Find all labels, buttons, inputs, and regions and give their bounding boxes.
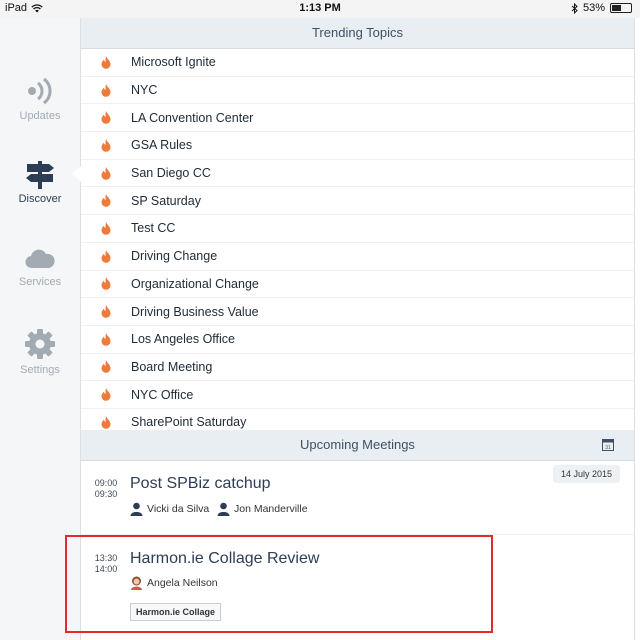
attendee[interactable]: Vicki da Silva xyxy=(130,502,209,516)
attendee[interactable]: Jon Manderville xyxy=(217,502,308,516)
status-bar: iPad 1:13 PM 53% xyxy=(0,0,640,18)
active-pointer xyxy=(72,166,81,182)
divider xyxy=(81,534,634,535)
meeting-start-time: 09:00 xyxy=(94,478,118,488)
topic-item[interactable]: Organizational Change xyxy=(81,271,634,299)
collage-tag[interactable]: Harmon.ie Collage xyxy=(130,603,222,621)
person-icon xyxy=(217,502,230,516)
svg-text:31: 31 xyxy=(605,445,611,451)
topic-item[interactable]: Los Angeles Office xyxy=(81,326,634,354)
topic-label: Board Meeting xyxy=(131,359,213,374)
avatar-icon xyxy=(131,576,142,590)
attendee[interactable]: Angela Neilson xyxy=(130,576,218,590)
meetings-date-badge: 14 July 2015 xyxy=(552,465,620,483)
topic-label: Test CC xyxy=(131,221,176,236)
flame-icon xyxy=(81,360,131,374)
topic-item[interactable]: Test CC xyxy=(81,215,634,243)
flame-icon xyxy=(81,166,131,180)
topic-item[interactable]: NYC Office xyxy=(81,381,634,409)
broadcast-icon xyxy=(28,77,52,105)
topic-label: San Diego CC xyxy=(131,166,211,181)
attendee-name: Angela Neilson xyxy=(147,577,218,589)
topic-label: Microsoft Ignite xyxy=(131,55,216,70)
flame-icon xyxy=(81,138,131,152)
sidebar-item-settings[interactable]: Settings xyxy=(0,328,80,376)
sidebar-item-discover[interactable]: Discover xyxy=(0,159,80,205)
topic-label: GSA Rules xyxy=(131,138,193,153)
sidebar-item-label: Settings xyxy=(20,364,60,376)
topic-item[interactable]: Microsoft Ignite xyxy=(81,49,634,77)
meeting-end-time: 14:00 xyxy=(94,564,118,574)
meeting-title[interactable]: Harmon.ie Collage Review xyxy=(130,550,319,568)
topic-label: Driving Change xyxy=(131,249,218,264)
flame-icon xyxy=(81,83,131,97)
topic-item[interactable]: Board Meeting xyxy=(81,354,634,382)
status-time: 1:13 PM xyxy=(299,2,341,14)
calendar-icon[interactable]: 31 xyxy=(602,438,614,451)
meeting-end-time: 09:30 xyxy=(94,489,118,499)
trending-header: Trending Topics xyxy=(81,18,634,49)
meeting-times: 13:30 14:00 xyxy=(91,553,121,575)
cloud-icon xyxy=(25,249,55,269)
sidebar-item-label: Discover xyxy=(18,193,62,205)
meeting-title[interactable]: Post SPBiz catchup xyxy=(130,475,271,493)
gear-icon xyxy=(25,329,55,359)
attendee-name: Jon Manderville xyxy=(234,503,308,515)
topic-item[interactable]: LA Convention Center xyxy=(81,104,634,133)
main-panel: Trending Topics Microsoft Ignite NYC LA Co… xyxy=(81,18,635,640)
flame-icon xyxy=(81,332,131,346)
flame-icon xyxy=(81,249,131,263)
sidebar-item-label: Services xyxy=(18,276,62,288)
flame-icon xyxy=(81,221,131,235)
topic-item[interactable]: NYC xyxy=(81,77,634,105)
topic-label: Los Angeles Office xyxy=(131,332,236,347)
topic-label: SharePoint Saturday xyxy=(131,415,247,430)
flame-icon xyxy=(81,55,131,69)
flame-icon xyxy=(81,388,131,401)
attendee-name: Vicki da Silva xyxy=(147,503,210,515)
topic-item[interactable]: Driving Business Value xyxy=(81,298,634,326)
person-icon xyxy=(130,502,143,516)
meetings-header-title: Upcoming Meetings xyxy=(300,437,415,452)
flame-icon xyxy=(81,415,131,429)
topic-item[interactable]: GSA Rules xyxy=(81,132,634,160)
topic-item[interactable]: SP Saturday xyxy=(81,187,634,216)
topic-label: NYC xyxy=(131,83,158,98)
meeting-start-time: 13:30 xyxy=(94,553,118,563)
topic-label: Driving Business Value xyxy=(131,304,259,319)
topic-label: Organizational Change xyxy=(131,276,259,291)
topic-item[interactable]: Driving Change xyxy=(81,243,634,271)
topic-item[interactable]: San Diego CC xyxy=(81,160,634,188)
topic-label: SP Saturday xyxy=(131,193,201,208)
meetings-header: Upcoming Meetings 31 xyxy=(81,430,634,461)
sidebar-item-label: Updates xyxy=(19,110,61,122)
topic-label: LA Convention Center xyxy=(131,110,254,125)
sidebar-item-services[interactable]: Services xyxy=(0,246,80,288)
battery-icon xyxy=(610,3,632,13)
flame-icon xyxy=(81,194,131,208)
flame-icon xyxy=(81,277,131,291)
battery-percent: 53% xyxy=(582,2,605,14)
sidebar-item-updates[interactable]: Updates xyxy=(0,76,80,122)
flame-icon xyxy=(81,111,131,125)
sidebar: Updates Discover Services Settings xyxy=(0,18,81,640)
trending-topics-list[interactable]: Microsoft Ignite NYC LA Convention Center G… xyxy=(81,49,634,445)
flame-icon xyxy=(81,305,131,318)
signpost-icon xyxy=(26,161,54,189)
meeting-times: 09:00 09:30 xyxy=(91,478,121,500)
bluetooth-icon xyxy=(571,2,578,14)
topic-label: NYC Office xyxy=(131,387,194,402)
